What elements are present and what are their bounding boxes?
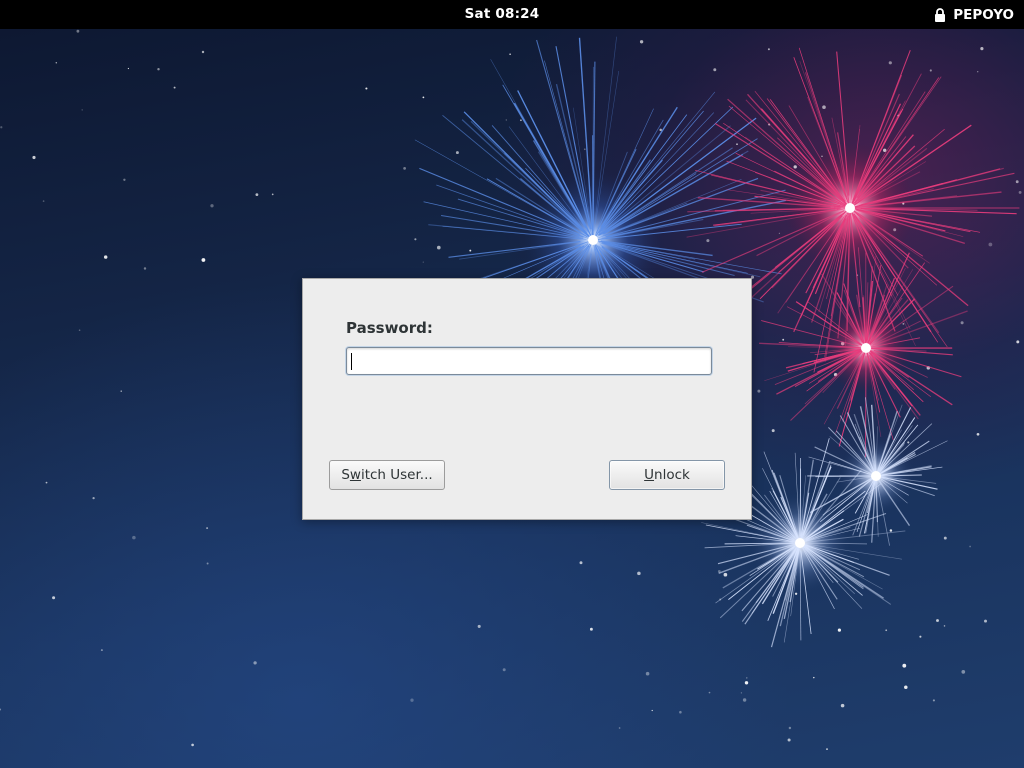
unlock-dialog: Password: Sw itch User... Unlock [302,278,752,520]
unlock-mnemonic: U [644,467,655,483]
switch-user-label-start: S [341,467,350,483]
clock[interactable]: Sat 08:24 [0,6,1004,22]
user-menu[interactable]: PEPOYO [934,6,1014,24]
unlock-label-end: nlock [654,467,690,483]
lock-screen: Sat 08:24 PEPOYO Password: Sw itch User..… [0,0,1024,768]
username-label: PEPOYO [953,7,1014,23]
password-label: Password: [346,319,433,337]
password-input[interactable] [346,347,712,375]
switch-user-label-end: itch User... [360,467,433,483]
top-bar: Sat 08:24 PEPOYO [0,0,1024,29]
unlock-button[interactable]: Unlock [609,460,725,490]
text-cursor [351,353,352,370]
padlock-icon [934,8,946,22]
switch-user-button[interactable]: Sw itch User... [329,460,445,490]
switch-user-mnemonic: w [349,467,361,483]
